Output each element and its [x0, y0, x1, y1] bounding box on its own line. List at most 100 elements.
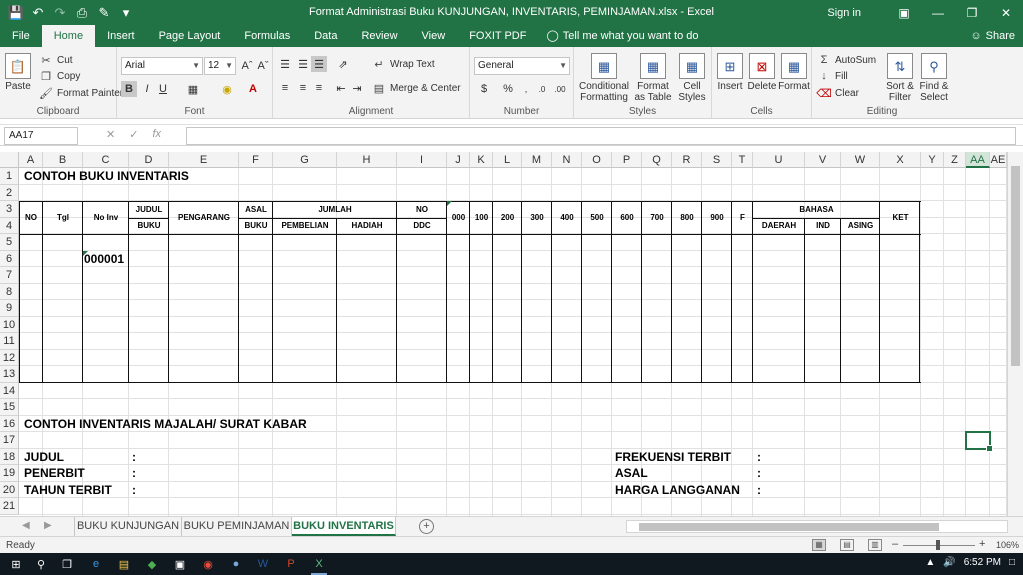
autosum-button[interactable]: Σ AutoSum [816, 52, 877, 68]
word-icon[interactable]: W [255, 556, 271, 572]
zoom-out-icon[interactable]: – [892, 538, 898, 550]
ribbon-display-icon[interactable]: ▣ [887, 0, 921, 25]
copy-button[interactable]: ❐ Copy [38, 68, 80, 84]
font-size-select[interactable]: 12 ▼ [204, 57, 236, 75]
print-preview-icon[interactable]: ⎙ [72, 3, 92, 23]
font-name-select[interactable]: Arial ▼ [121, 57, 203, 75]
spreadsheet-grid[interactable]: A B C D E F G H I J K L M N O P Q R S T U V W X Y Z AA AE 1 2 3 4 5 6 7 8 9 1… [0, 152, 1023, 516]
column-header[interactable]: S [702, 152, 732, 168]
currency-icon[interactable]: $ [476, 81, 492, 97]
next-sheet-icon[interactable]: ▶ [44, 520, 52, 531]
notifications-icon[interactable]: □ [1009, 557, 1015, 568]
powerpoint-icon[interactable]: P [283, 556, 299, 572]
row-header[interactable]: 10 [0, 317, 19, 333]
increase-decimal-icon[interactable]: .0 [534, 81, 550, 97]
row-header[interactable]: 9 [0, 300, 19, 317]
merge-center-button[interactable]: ▤ Merge & Center [371, 80, 461, 96]
conditional-formatting-button[interactable]: ▦ Conditional Formatting [578, 53, 630, 103]
bold-button[interactable]: B [121, 81, 137, 97]
row-header[interactable]: 16 [0, 416, 19, 432]
row-header[interactable]: 1 [0, 168, 19, 185]
network-icon[interactable]: ▲ [925, 557, 935, 568]
column-header[interactable]: P [612, 152, 642, 168]
tab-foxit-pdf[interactable]: FOXIT PDF [457, 25, 538, 47]
column-header[interactable]: F [239, 152, 273, 168]
column-header[interactable]: C [83, 152, 129, 168]
row-header[interactable]: 4 [0, 218, 19, 234]
column-header[interactable]: T [732, 152, 753, 168]
excel-icon[interactable]: X [311, 556, 327, 575]
align-top-icon[interactable]: ☰ [277, 56, 293, 72]
column-header[interactable]: H [337, 152, 397, 168]
row-header[interactable]: 3 [0, 201, 19, 218]
align-left-icon[interactable]: ≡ [277, 80, 293, 96]
comma-icon[interactable]: , [518, 81, 534, 97]
windows-start-icon[interactable]: ⊞ [8, 556, 24, 572]
tell-me-box[interactable]: ◯ Tell me what you want to do [546, 25, 698, 47]
row-header[interactable]: 15 [0, 399, 19, 416]
tab-data[interactable]: Data [302, 25, 349, 47]
undo-icon[interactable]: ↶ [28, 3, 48, 23]
grow-font-icon[interactable]: Aˆ [239, 58, 255, 74]
search-icon[interactable]: ⚲ [33, 556, 49, 572]
row-header[interactable]: 5 [0, 234, 19, 251]
row-header[interactable]: 11 [0, 333, 19, 350]
shrink-font-icon[interactable]: Aˇ [255, 58, 271, 74]
decrease-indent-icon[interactable]: ⇤ [333, 80, 349, 96]
select-all-corner[interactable] [0, 152, 19, 168]
minimize-button[interactable]: — [921, 0, 955, 25]
row-header[interactable]: 17 [0, 432, 19, 449]
name-box[interactable]: AA17 [4, 127, 78, 145]
media-icon[interactable]: ● [228, 556, 244, 572]
row-header[interactable]: 19 [0, 465, 19, 482]
spelling-icon[interactable]: ✎ [94, 3, 114, 23]
row-header[interactable]: 21 [0, 498, 19, 515]
column-header[interactable]: AE [990, 152, 1007, 168]
cut-button[interactable]: ✂ Cut [38, 52, 72, 68]
increase-indent-icon[interactable]: ⇥ [349, 80, 365, 96]
number-format-select[interactable]: General ▼ [474, 57, 570, 75]
tab-file[interactable]: File [0, 25, 42, 47]
selected-cell[interactable] [965, 431, 993, 452]
store-icon[interactable]: ▣ [172, 556, 188, 572]
underline-button[interactable]: U [155, 81, 171, 97]
align-right-icon[interactable]: ≡ [311, 80, 327, 96]
italic-button[interactable]: I [139, 81, 155, 97]
task-view-icon[interactable]: ❐ [59, 556, 75, 572]
share-button[interactable]: ☺ Share [970, 28, 1015, 45]
fx-icon[interactable]: fx [152, 128, 161, 141]
chrome-icon[interactable]: ◉ [200, 556, 216, 572]
zoom-in-icon[interactable]: + [979, 538, 985, 550]
column-header[interactable]: L [493, 152, 522, 168]
column-header[interactable]: M [522, 152, 552, 168]
percent-icon[interactable]: % [500, 81, 516, 97]
row-header[interactable]: 7 [0, 267, 19, 284]
edge-icon[interactable]: e [88, 556, 104, 572]
enter-icon[interactable]: ✓ [129, 128, 138, 141]
row-header[interactable]: 2 [0, 185, 19, 201]
page-break-view-icon[interactable]: ▥ [868, 539, 882, 551]
zoom-percent[interactable]: 106% [996, 540, 1019, 550]
column-header[interactable]: I [397, 152, 447, 168]
file-explorer-icon[interactable]: ▤ [116, 556, 132, 572]
sheet-tab-buku-kunjungan[interactable]: BUKU KUNJUNGAN [74, 517, 182, 536]
borders-icon[interactable]: ▦ [185, 81, 201, 97]
column-header[interactable]: Z [944, 152, 966, 168]
vertical-scroll-thumb[interactable] [1011, 166, 1020, 366]
restore-button[interactable]: ❐ [955, 0, 989, 25]
column-header[interactable]: B [43, 152, 83, 168]
tab-page-layout[interactable]: Page Layout [147, 25, 233, 47]
tab-home[interactable]: Home [41, 25, 96, 47]
delete-button[interactable]: ⊠ Delete [747, 53, 777, 92]
column-header[interactable]: V [805, 152, 841, 168]
align-bottom-icon[interactable]: ☰ [311, 56, 327, 72]
fill-color-icon[interactable]: ◉ [219, 81, 235, 97]
row-header[interactable]: 20 [0, 482, 19, 498]
column-header[interactable]: O [582, 152, 612, 168]
app-icon[interactable]: ◆ [144, 556, 160, 572]
tab-insert[interactable]: Insert [95, 25, 147, 47]
prev-sheet-icon[interactable]: ◀ [22, 520, 30, 531]
column-header[interactable]: N [552, 152, 582, 168]
new-sheet-button[interactable]: + [419, 519, 434, 534]
cancel-icon[interactable]: ✕ [106, 128, 115, 141]
